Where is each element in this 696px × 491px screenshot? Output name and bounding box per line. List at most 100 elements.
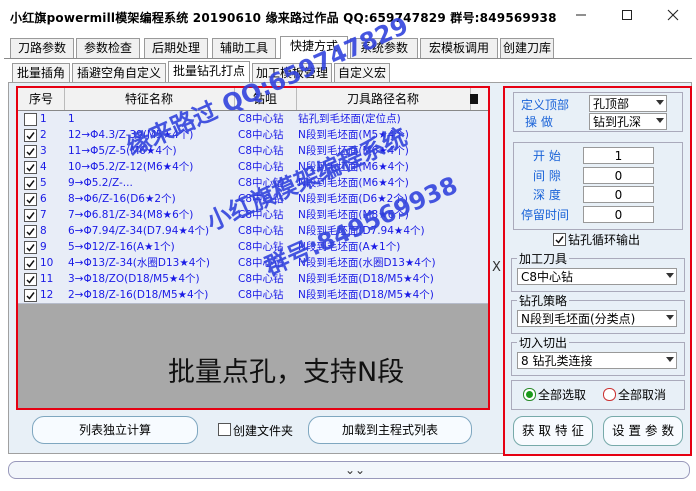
tool-select[interactable]: C8中心钻 bbox=[517, 268, 677, 285]
cancel-all-radio[interactable] bbox=[603, 388, 616, 401]
row-checkbox[interactable] bbox=[24, 161, 37, 174]
checkmark-icon bbox=[26, 148, 35, 156]
double-chevron-down-icon: ⌄⌄ bbox=[345, 463, 366, 477]
row-feature-name: 2→Φ18/Z-16(D18/M5★4个) bbox=[68, 289, 209, 301]
select-all-radio[interactable] bbox=[523, 388, 536, 401]
tab-param-check[interactable]: 参数检查 bbox=[76, 38, 140, 58]
row-toolpath-name: N段到毛坯面(D18/M5★4个) bbox=[298, 273, 434, 285]
maximize-button[interactable] bbox=[604, 0, 650, 30]
tab-post-process[interactable]: 后期处理 bbox=[144, 38, 208, 58]
row-index: 12 bbox=[40, 289, 54, 301]
chevron-down-icon bbox=[656, 100, 664, 105]
define-top-value: 孔顶部 bbox=[593, 97, 630, 111]
set-params-button[interactable]: 设 置 参 数 bbox=[603, 416, 683, 446]
load-to-main-button[interactable]: 加载到主程式列表 bbox=[308, 416, 472, 444]
row-index: 2 bbox=[40, 129, 47, 141]
row-checkbox[interactable] bbox=[24, 289, 37, 302]
row-index: 8 bbox=[40, 225, 47, 237]
minimize-button[interactable] bbox=[558, 0, 604, 30]
row-checkbox[interactable] bbox=[24, 145, 37, 158]
row-checkbox[interactable] bbox=[24, 225, 37, 238]
drill-settings-panel: 定义顶部 孔顶部 操 做 钻到孔深 开 始 1 间 隙 0 深 度 0 停留时间… bbox=[503, 86, 692, 456]
expand-bar[interactable]: ⌄⌄ bbox=[8, 461, 690, 479]
row-drill: C8中心钻 bbox=[238, 289, 284, 301]
strategy-select[interactable]: N段到毛坯面(分类点) bbox=[517, 310, 677, 327]
table-row[interactable]: 8 6→Φ7.94/Z-34(D7.94★4个) C8中心钻 N段到毛坯面(D7.94… bbox=[18, 223, 488, 240]
select-all-label: 全部选取 bbox=[538, 388, 587, 402]
table-row[interactable]: 9 5→Φ12/Z-16(A★1个) C8中心钻 N段到毛坯面(A★1个) bbox=[18, 239, 488, 256]
feature-caption: 批量点孔，支持N段 bbox=[168, 357, 405, 388]
row-checkbox[interactable] bbox=[24, 177, 37, 190]
subtab-batch-corner[interactable]: 批量插角 bbox=[12, 63, 70, 84]
table-row[interactable]: 3 11→Φ5/Z-5(M6★4个) C8中心钻 N段到毛坯面(M6★4个) bbox=[18, 143, 488, 160]
row-checkbox[interactable] bbox=[24, 273, 37, 286]
tab-macro-template[interactable]: 宏模板调用 bbox=[420, 38, 498, 58]
row-feature-name: 9→Φ5.2/Z-... bbox=[68, 177, 133, 189]
operation-select[interactable]: 钻到孔深 bbox=[589, 113, 667, 130]
gap-input[interactable]: 0 bbox=[583, 167, 654, 184]
close-button[interactable] bbox=[650, 0, 696, 30]
row-checkbox[interactable] bbox=[24, 241, 37, 254]
dwell-input[interactable]: 0 bbox=[583, 206, 654, 223]
checkmark-icon bbox=[26, 244, 35, 252]
checkmark-icon bbox=[555, 236, 564, 244]
checkmark-icon bbox=[26, 180, 35, 188]
tab-aux-tools[interactable]: 辅助工具 bbox=[212, 38, 276, 58]
close-icon bbox=[667, 9, 679, 21]
table-row[interactable]: 1 1 C8中心钻 钻孔到毛坯面(定位点) bbox=[18, 111, 488, 128]
row-feature-name: 4→Φ13/Z-34(水圈D13★4个) bbox=[68, 257, 211, 269]
tab-toolpath-params[interactable]: 刀路参数 bbox=[10, 38, 74, 58]
table-row[interactable]: 4 10→Φ5.2/Z-12(M6★4个) C8中心钻 N段到毛坯面(M6★4个) bbox=[18, 159, 488, 176]
table-row[interactable]: 12 2→Φ18/Z-16(D18/M5★4个) C8中心钻 N段到毛坯面(D18/M… bbox=[18, 287, 488, 304]
col-header-index[interactable]: 序号 bbox=[18, 88, 65, 110]
row-checkbox[interactable] bbox=[24, 193, 37, 206]
row-index: 4 bbox=[40, 161, 47, 173]
cycle-output-checkbox[interactable] bbox=[553, 233, 566, 246]
define-top-label: 定义顶部 bbox=[521, 98, 570, 112]
window-title: 小红旗powermill模架编程系统 20190610 缘来路过作品 QQ:65… bbox=[10, 11, 557, 25]
get-feature-button[interactable]: 获 取 特 征 bbox=[513, 416, 593, 446]
row-index: 10 bbox=[40, 257, 54, 269]
depth-input[interactable]: 0 bbox=[583, 186, 654, 203]
side-label: X bbox=[492, 260, 501, 275]
row-feature-name: 3→Φ18/ZO(D18/M5★4个) bbox=[68, 273, 200, 285]
subtab-corner-relief-custom[interactable]: 插避空角自定义 bbox=[72, 63, 166, 84]
row-drill: C8中心钻 bbox=[238, 145, 284, 157]
list-calc-button[interactable]: 列表独立计算 bbox=[32, 416, 198, 444]
table-row[interactable]: 10 4→Φ13/Z-34(水圈D13★4个) C8中心钻 N段到毛坯面(水圈D13★… bbox=[18, 255, 488, 272]
operation-label: 操 做 bbox=[525, 115, 553, 129]
row-index: 9 bbox=[40, 241, 47, 253]
row-index: 6 bbox=[40, 193, 47, 205]
row-drill: C8中心钻 bbox=[238, 129, 284, 141]
define-top-select[interactable]: 孔顶部 bbox=[589, 95, 667, 112]
dwell-label: 停留时间 bbox=[521, 208, 570, 222]
checkmark-icon bbox=[26, 292, 35, 300]
row-checkbox[interactable] bbox=[24, 113, 37, 126]
row-checkbox[interactable] bbox=[24, 257, 37, 270]
checkmark-icon bbox=[26, 276, 35, 284]
row-index: 3 bbox=[40, 145, 47, 157]
column-chooser-icon[interactable] bbox=[470, 94, 478, 104]
create-folder-label: 创建文件夹 bbox=[233, 424, 294, 438]
table-row[interactable]: 11 3→Φ18/ZO(D18/M5★4个) C8中心钻 N段到毛坯面(D18/M5★… bbox=[18, 271, 488, 288]
chevron-down-icon bbox=[666, 315, 674, 320]
row-checkbox[interactable] bbox=[24, 209, 37, 222]
create-folder-checkbox[interactable] bbox=[218, 423, 231, 436]
strategy-value: N段到毛坯面(分类点) bbox=[521, 312, 636, 326]
cutin-select[interactable]: 8 钻孔类连接 bbox=[517, 352, 677, 369]
row-toolpath-name: N段到毛坯面(D18/M5★4个) bbox=[298, 289, 434, 301]
col-header-path[interactable]: 刀具路径名称 bbox=[296, 88, 471, 110]
tab-create-tool-lib[interactable]: 创建刀库 bbox=[500, 38, 554, 58]
row-drill: C8中心钻 bbox=[238, 113, 284, 125]
depth-label: 深 度 bbox=[533, 188, 561, 202]
checkmark-icon bbox=[26, 164, 35, 172]
tool-group-label: 加工刀具 bbox=[517, 250, 570, 267]
row-checkbox[interactable] bbox=[24, 129, 37, 142]
row-feature-name: 5→Φ12/Z-16(A★1个) bbox=[68, 241, 175, 253]
start-input[interactable]: 1 bbox=[583, 147, 654, 164]
checkmark-icon bbox=[26, 132, 35, 140]
row-index: 7 bbox=[40, 209, 47, 221]
table-row[interactable]: 2 12→Φ4.3/Z-39(M5★4个) C8中心钻 N段到毛坯面(M5★4个) bbox=[18, 127, 488, 144]
cutin-group-label: 切入切出 bbox=[517, 334, 570, 351]
operation-value: 钻到孔深 bbox=[593, 115, 642, 129]
